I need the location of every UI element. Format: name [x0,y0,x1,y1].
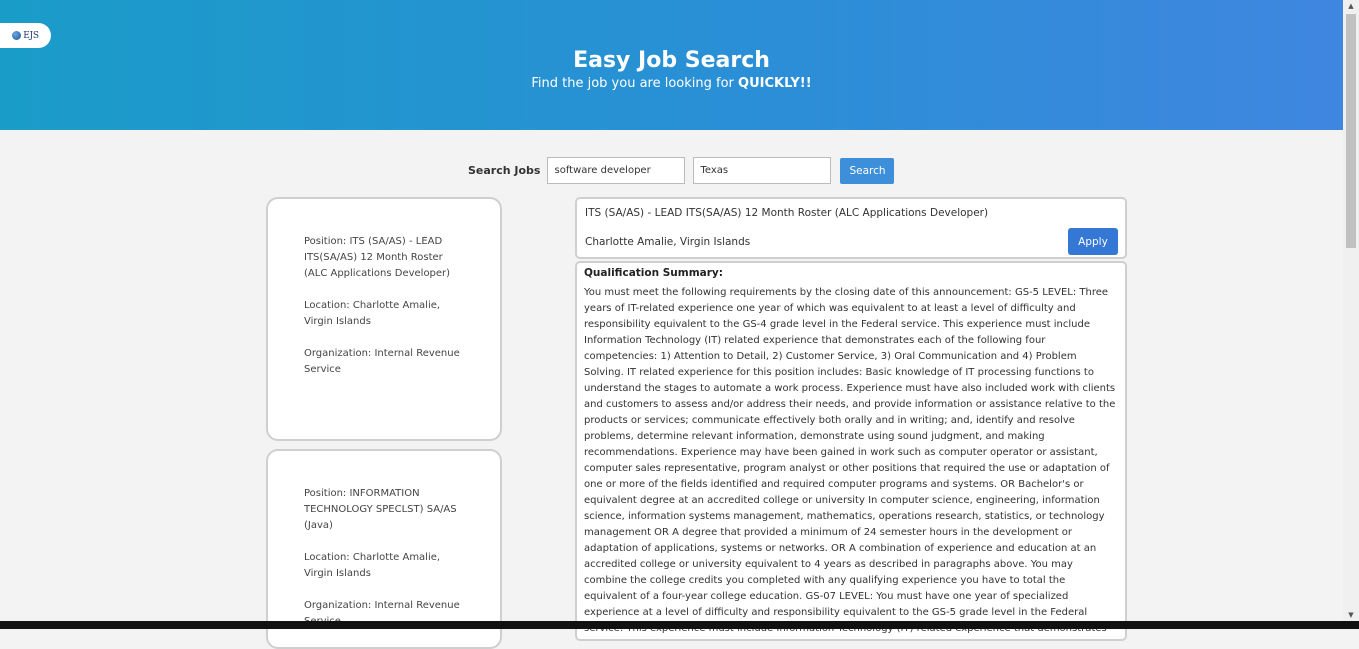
qualification-panel: Qualification Summary: You must meet the… [575,261,1127,641]
search-bar: Search Jobs Search [468,157,895,184]
scroll-down-icon[interactable]: ▼ [1343,609,1359,621]
job-card[interactable]: Position: INFORMATION TECHNOLOGY SPECLST… [266,449,502,649]
qualification-text: You must meet the following requirements… [584,287,1116,634]
search-label: Search Jobs [468,164,541,177]
subtitle-emphasis: QUICKLY!! [738,76,812,91]
page-subtitle: Find the job you are looking for QUICKLY… [0,76,1343,91]
job-card-position: Position: INFORMATION TECHNOLOGY SPECLST… [304,488,457,531]
globe-icon [12,31,22,40]
page-header: EJS Easy Job Search Find the job you are… [0,0,1343,130]
page-scrollbar[interactable]: ▲ ▼ [1343,0,1359,621]
taskbar-strip [0,621,1359,629]
page-title: Easy Job Search [573,48,770,73]
job-card-position: Position: ITS (SA/AS) - LEAD ITS(SA/AS) … [304,236,451,279]
job-detail-title: ITS (SA/AS) - LEAD ITS(SA/AS) 12 Month R… [585,207,989,219]
job-detail-location: Charlotte Amalie, Virgin Islands [585,236,751,248]
job-card-location: Location: Charlotte Amalie, Virgin Islan… [304,300,441,327]
job-card[interactable]: Position: ITS (SA/AS) - LEAD ITS(SA/AS) … [266,197,502,441]
logo-text: EJS [23,30,39,41]
search-button[interactable]: Search [840,157,895,184]
scroll-thumb[interactable] [1346,14,1356,248]
location-input[interactable] [693,157,832,184]
subtitle-prefix: Find the job you are looking for [531,76,739,91]
job-card-location: Location: Charlotte Amalie, Virgin Islan… [304,552,441,579]
keyword-input[interactable] [547,157,686,184]
scroll-up-icon[interactable]: ▲ [1343,0,1359,12]
logo[interactable]: EJS [0,23,51,48]
job-card-organization: Organization: Internal Revenue Service [304,348,460,375]
qualification-label: Qualification Summary: [584,267,723,279]
apply-button[interactable]: Apply [1068,228,1118,255]
job-detail-header: ITS (SA/AS) - LEAD ITS(SA/AS) 12 Month R… [575,197,1127,259]
